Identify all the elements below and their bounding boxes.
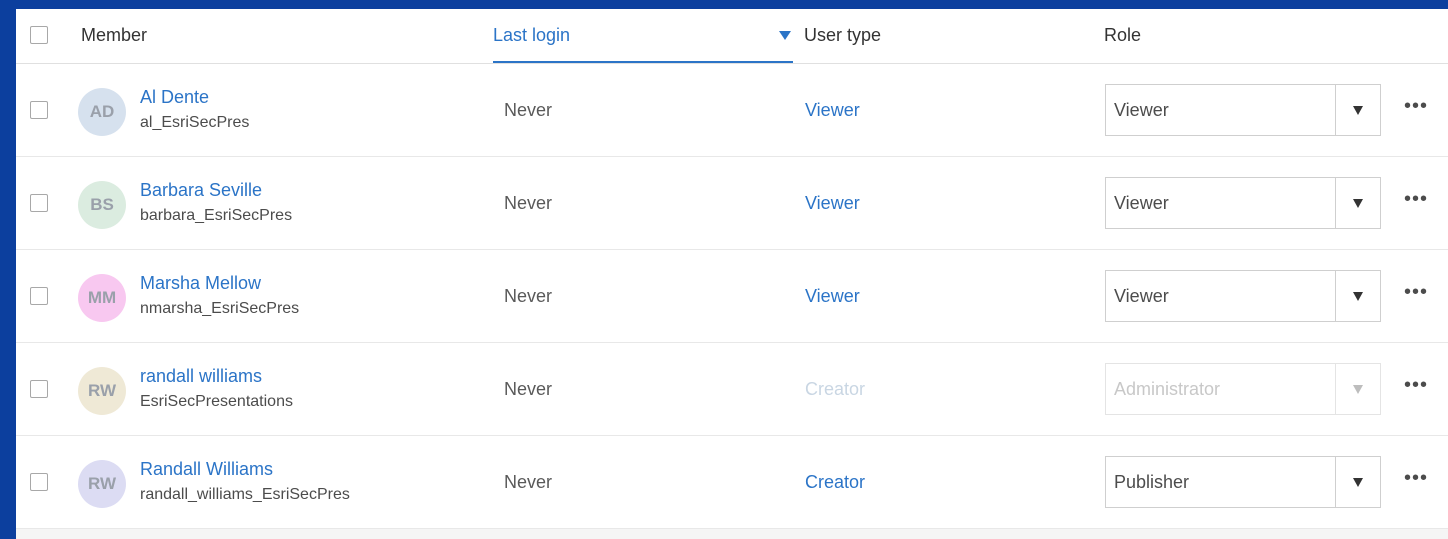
table-row: BS Barbara Seville barbara_EsriSecPres N… [16, 157, 1448, 250]
column-header-member[interactable]: Member [81, 9, 147, 63]
member-name-link[interactable]: Al Dente [140, 87, 209, 108]
user-type-link[interactable]: Viewer [805, 193, 860, 214]
more-horizontal-icon[interactable]: ••• [1404, 468, 1428, 488]
members-table: Member Last login User type Role AD Al D… [16, 9, 1448, 539]
column-header-role[interactable]: Role [1104, 9, 1141, 63]
chevron-down-icon[interactable] [1335, 178, 1380, 228]
chevron-down-icon [1335, 364, 1380, 414]
row-checkbox[interactable] [30, 101, 48, 119]
member-username: al_EsriSecPres [140, 114, 250, 131]
sort-descending-icon[interactable] [779, 9, 793, 61]
last-login-value: Never [504, 100, 553, 120]
user-type-link[interactable]: Creator [805, 472, 865, 493]
role-select[interactable]: Viewer [1105, 270, 1381, 322]
user-type-link[interactable]: Viewer [805, 100, 860, 121]
row-checkbox[interactable] [30, 473, 48, 491]
role-select-value: Administrator [1114, 379, 1221, 399]
member-username: EsriSecPresentations [140, 393, 293, 410]
last-login-value: Never [504, 472, 553, 492]
avatar: RW [78, 460, 126, 508]
table-row: RW randall williams EsriSecPresentations… [16, 343, 1448, 436]
member-name-link[interactable]: Marsha Mellow [140, 273, 261, 294]
row-checkbox[interactable] [30, 380, 48, 398]
member-name-link[interactable]: Barbara Seville [140, 180, 262, 201]
last-login-value: Never [504, 286, 553, 306]
table-row: AD Al Dente al_EsriSecPres Never Viewer … [16, 64, 1448, 157]
table-footer [16, 529, 1448, 539]
member-name-link[interactable]: randall williams [140, 366, 262, 387]
user-type-label: Creator [805, 379, 866, 399]
role-select-value: Viewer [1114, 286, 1169, 306]
user-type-link[interactable]: Viewer [805, 286, 860, 307]
more-horizontal-icon[interactable]: ••• [1404, 282, 1428, 302]
avatar: AD [78, 88, 126, 136]
member-name-link[interactable]: Randall Williams [140, 459, 273, 480]
role-select-value: Viewer [1114, 100, 1169, 120]
role-select[interactable]: Viewer [1105, 177, 1381, 229]
avatar: BS [78, 181, 126, 229]
chevron-down-icon[interactable] [1335, 457, 1380, 507]
member-username: randall_williams_EsriSecPres [140, 486, 350, 503]
more-horizontal-icon[interactable]: ••• [1404, 189, 1428, 209]
member-username: barbara_EsriSecPres [140, 207, 293, 224]
chevron-down-icon[interactable] [1335, 85, 1380, 135]
select-all-checkbox[interactable] [30, 26, 48, 44]
role-select: Administrator [1105, 363, 1381, 415]
row-checkbox[interactable] [30, 287, 48, 305]
role-select[interactable]: Publisher [1105, 456, 1381, 508]
role-select-value: Viewer [1114, 193, 1169, 213]
column-header-last-login[interactable]: Last login [493, 9, 793, 63]
last-login-value: Never [504, 379, 553, 399]
avatar: MM [78, 274, 126, 322]
column-header-last-login-label: Last login [493, 25, 571, 45]
chevron-down-icon[interactable] [1335, 271, 1380, 321]
table-header: Member Last login User type Role [16, 9, 1448, 64]
avatar: RW [78, 367, 126, 415]
role-select-value: Publisher [1114, 472, 1190, 492]
column-header-user-type[interactable]: User type [804, 9, 881, 63]
table-row: RW Randall Williams randall_williams_Esr… [16, 436, 1448, 529]
table-row: MM Marsha Mellow nmarsha_EsriSecPres Nev… [16, 250, 1448, 343]
more-horizontal-icon[interactable]: ••• [1404, 375, 1428, 395]
member-username: nmarsha_EsriSecPres [140, 300, 300, 317]
role-select[interactable]: Viewer [1105, 84, 1381, 136]
row-checkbox[interactable] [30, 194, 48, 212]
more-horizontal-icon[interactable]: ••• [1404, 96, 1428, 116]
last-login-value: Never [504, 193, 553, 213]
